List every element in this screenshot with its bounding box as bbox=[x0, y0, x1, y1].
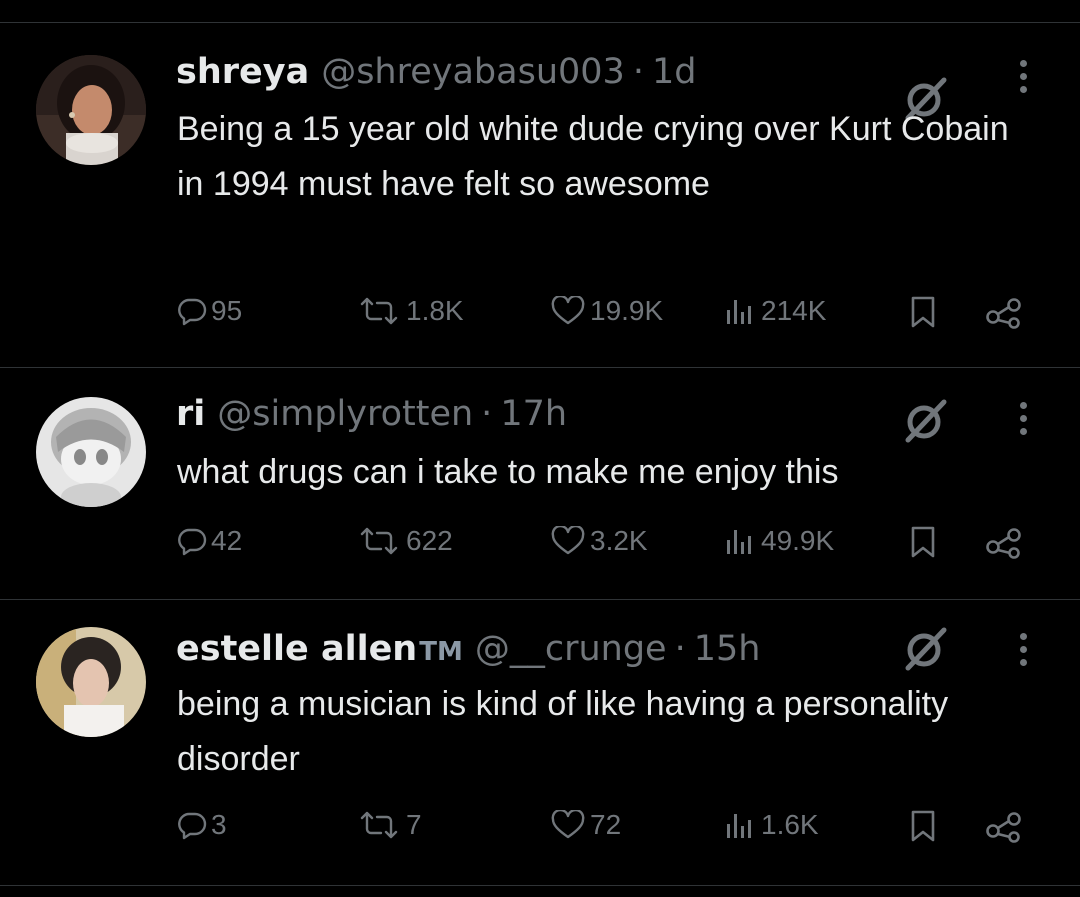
bookmark-icon bbox=[908, 809, 938, 843]
bookmark-button[interactable] bbox=[908, 809, 938, 843]
views-button[interactable]: 49.9K bbox=[723, 525, 834, 557]
views-button[interactable]: 214K bbox=[723, 295, 826, 327]
views-button[interactable]: 1.6K bbox=[723, 809, 819, 841]
repost-icon bbox=[356, 296, 402, 326]
bookmark-icon bbox=[908, 295, 938, 329]
tweet-text: being a musician is kind of like having … bbox=[177, 685, 949, 778]
timestamp[interactable]: 1d bbox=[652, 50, 697, 94]
views-count: 214K bbox=[761, 295, 827, 326]
reply-button[interactable]: 3 bbox=[177, 809, 227, 841]
tweet-header: ri @simplyrotten · 17h bbox=[176, 392, 567, 436]
bookmark-icon bbox=[908, 525, 938, 559]
like-icon bbox=[550, 296, 586, 326]
like-icon bbox=[550, 526, 586, 556]
username[interactable]: @shreyabasu003 bbox=[321, 50, 625, 94]
like-button[interactable]: 3.2K bbox=[550, 525, 648, 557]
reply-icon bbox=[177, 526, 207, 556]
share-button[interactable] bbox=[984, 295, 1024, 329]
like-count: 3.2K bbox=[590, 525, 648, 556]
action-bar: 42 622 3.2K 49.9K bbox=[0, 525, 1080, 575]
separator: · bbox=[481, 394, 493, 434]
more-options-icon[interactable] bbox=[1006, 627, 1040, 671]
like-icon bbox=[550, 810, 586, 840]
avatar[interactable] bbox=[36, 627, 146, 737]
repost-icon bbox=[356, 526, 402, 556]
grok-icon[interactable] bbox=[902, 624, 952, 674]
username[interactable]: @__crunge bbox=[475, 627, 667, 671]
reply-count: 95 bbox=[211, 295, 243, 326]
username[interactable]: @simplyrotten bbox=[217, 392, 473, 436]
share-icon bbox=[984, 525, 1024, 559]
bookmark-button[interactable] bbox=[908, 295, 938, 329]
display-name[interactable]: shreya bbox=[176, 50, 309, 94]
reply-count: 42 bbox=[211, 525, 243, 556]
display-name[interactable]: ri bbox=[176, 392, 205, 436]
name-badge: TM bbox=[419, 637, 463, 667]
reply-button[interactable]: 42 bbox=[177, 525, 242, 557]
tweet[interactable]: estelle allen TM @__crunge · 15h being a… bbox=[0, 600, 1080, 886]
bookmark-button[interactable] bbox=[908, 525, 938, 559]
more-options-icon[interactable] bbox=[1006, 54, 1040, 98]
like-count: 72 bbox=[590, 809, 622, 840]
avatar[interactable] bbox=[36, 397, 146, 507]
avatar[interactable] bbox=[36, 55, 146, 165]
tweet-text: what drugs can i take to make me enjoy t… bbox=[177, 453, 839, 491]
share-icon bbox=[984, 295, 1024, 329]
tweet[interactable]: shreya @shreyabasu003 · 1d Being a 15 ye… bbox=[0, 22, 1080, 368]
views-icon bbox=[723, 810, 757, 840]
separator: · bbox=[674, 629, 686, 669]
separator: · bbox=[632, 52, 644, 92]
reply-icon bbox=[177, 296, 207, 326]
repost-count: 1.8K bbox=[406, 295, 464, 326]
timestamp[interactable]: 17h bbox=[500, 392, 567, 436]
share-button[interactable] bbox=[984, 525, 1024, 559]
display-name[interactable]: estelle allen bbox=[176, 627, 417, 671]
more-options-icon[interactable] bbox=[1006, 396, 1040, 440]
like-count: 19.9K bbox=[590, 295, 664, 326]
repost-count: 7 bbox=[406, 809, 422, 840]
tweet[interactable]: ri @simplyrotten · 17h what drugs can i … bbox=[0, 368, 1080, 600]
repost-button[interactable]: 622 bbox=[356, 525, 453, 557]
views-icon bbox=[723, 296, 757, 326]
repost-count: 622 bbox=[406, 525, 453, 556]
timestamp[interactable]: 15h bbox=[694, 627, 761, 671]
views-count: 1.6K bbox=[761, 809, 819, 840]
repost-icon bbox=[356, 810, 402, 840]
like-button[interactable]: 19.9K bbox=[550, 295, 663, 327]
share-icon bbox=[984, 809, 1024, 843]
views-count: 49.9K bbox=[761, 525, 835, 556]
tweet-header: shreya @shreyabasu003 · 1d bbox=[176, 50, 696, 94]
grok-icon[interactable] bbox=[902, 396, 952, 446]
tweet-text: Being a 15 year old white dude crying ov… bbox=[177, 110, 1009, 203]
repost-button[interactable]: 1.8K bbox=[356, 295, 464, 327]
action-bar: 3 7 72 1.6K bbox=[0, 809, 1080, 859]
reply-count: 3 bbox=[211, 809, 227, 840]
repost-button[interactable]: 7 bbox=[356, 809, 422, 841]
share-button[interactable] bbox=[984, 809, 1024, 843]
reply-button[interactable]: 95 bbox=[177, 295, 242, 327]
tweet-header: estelle allen TM @__crunge · 15h bbox=[176, 627, 760, 674]
reply-icon bbox=[177, 810, 207, 840]
action-bar: 95 1.8K 19.9K 214K bbox=[0, 295, 1080, 345]
views-icon bbox=[723, 526, 757, 556]
like-button[interactable]: 72 bbox=[550, 809, 621, 841]
